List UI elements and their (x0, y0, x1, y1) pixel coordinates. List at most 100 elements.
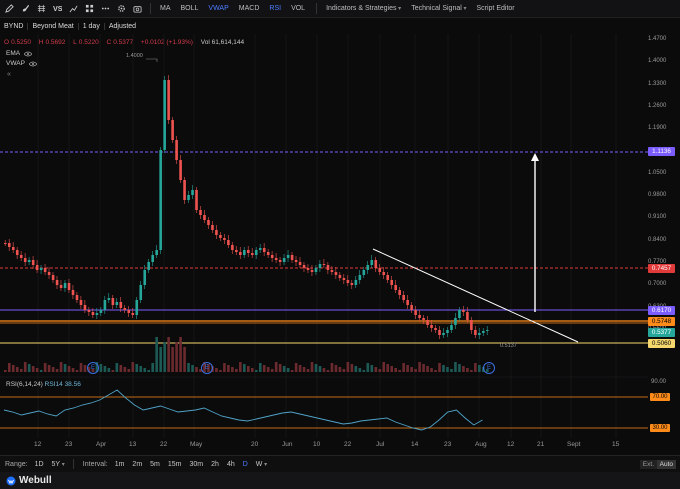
candle-body (131, 313, 135, 315)
candle-body (147, 262, 151, 270)
candle-body (119, 302, 123, 308)
candle-body (63, 283, 67, 288)
volume-bar (243, 364, 246, 372)
volume-bar (466, 368, 469, 372)
interval-2h[interactable]: 2h (207, 461, 223, 468)
earnings-marker[interactable]: E (87, 362, 99, 374)
candle-body (231, 245, 234, 250)
candle-body (211, 225, 214, 230)
volume-bar (474, 363, 477, 372)
range-1d[interactable]: 1D (31, 461, 48, 468)
volume-bar (7, 363, 11, 372)
candle-body (19, 255, 23, 258)
range-interval-bar: Range: 1D 5Y Interval: 1m 2m 5m 15m 30m … (0, 455, 680, 472)
candle-body (402, 295, 405, 300)
brand-name: Webull (19, 475, 52, 486)
interval-4h[interactable]: 4h (223, 461, 239, 468)
candle-body (151, 255, 154, 262)
date-axis-tick: May (190, 441, 203, 448)
volume-bar (418, 362, 421, 372)
date-axis-tick: 20 (251, 441, 259, 448)
price-chart[interactable] (0, 0, 680, 455)
candle-body (107, 298, 111, 300)
volume-bar (438, 363, 441, 372)
rsi-line (3, 389, 483, 431)
volume-bar (215, 368, 218, 372)
candle-body (358, 275, 362, 280)
volume-bar (195, 367, 198, 372)
volume-bar (79, 363, 83, 372)
candle-body (334, 272, 338, 275)
candle-body (486, 330, 489, 331)
candle-body (374, 260, 378, 268)
volume-bar (274, 362, 278, 372)
date-axis-tick: 10 (313, 441, 321, 448)
interval-30m[interactable]: 30m (186, 461, 208, 468)
volume-bar (183, 347, 186, 372)
auto-scale-toggle[interactable]: Auto (656, 460, 676, 469)
volume-bar (342, 369, 346, 372)
candle-body (454, 318, 457, 325)
candle-body (290, 255, 294, 260)
earnings-marker[interactable]: E (483, 362, 495, 374)
volume-bar (27, 364, 31, 372)
candle-body (243, 250, 246, 255)
footer: Webull (0, 472, 680, 489)
volume-bar (302, 367, 306, 372)
date-axis-tick: 23 (65, 441, 73, 448)
volume-bar (147, 370, 151, 372)
candle-body (87, 310, 91, 312)
date-axis-tick: Jul (376, 441, 385, 448)
candle-body (398, 290, 401, 295)
volume-bar (442, 365, 445, 372)
price-axis-tick: 1.2600 (648, 102, 667, 109)
volume-bar (4, 370, 7, 372)
volume-bar (31, 366, 35, 372)
candle-body (27, 260, 31, 262)
date-axis-tick: Jun (282, 441, 293, 448)
volume-bar (322, 368, 326, 372)
interval-1m[interactable]: 1m (111, 461, 129, 468)
volume-bar (15, 367, 19, 372)
volume-bar (478, 365, 481, 372)
earnings-marker[interactable]: E (201, 362, 213, 374)
volume-bar (330, 363, 334, 372)
candle-body (235, 250, 238, 252)
date-axis-tick: 12 (507, 441, 515, 448)
interval-5m[interactable]: 5m (146, 461, 164, 468)
volume-bar (127, 369, 131, 372)
volume-bar (458, 364, 461, 372)
range-5y[interactable]: 5Y (48, 461, 69, 468)
candle-body (11, 247, 15, 250)
volume-bar (223, 363, 226, 372)
candle-body (274, 258, 278, 260)
volume-bar (414, 369, 417, 372)
volume-bar (350, 364, 354, 372)
date-axis-tick: Apr (96, 441, 107, 448)
extended-hours-toggle[interactable]: Ext. (639, 460, 657, 469)
volume-bar (239, 362, 242, 372)
interval-2m[interactable]: 2m (128, 461, 146, 468)
volume-bar (270, 369, 274, 372)
interval-15m[interactable]: 15m (164, 461, 186, 468)
interval-w[interactable]: W (252, 461, 271, 468)
volume-bar (366, 363, 370, 372)
volume-bar (314, 364, 318, 372)
candle-body (306, 268, 310, 270)
volume-bar (410, 367, 413, 372)
date-axis-tick: Sept (567, 441, 581, 448)
volume-bar (227, 365, 230, 372)
candle-body (338, 275, 342, 278)
volume-bar (338, 367, 342, 372)
interval-d[interactable]: D (239, 461, 252, 468)
candle-body (167, 80, 170, 120)
volume-bar (151, 363, 154, 372)
candle-body (223, 238, 226, 240)
volume-bar (306, 369, 310, 372)
rsi-tag-70: 70.00 (650, 393, 670, 401)
volume-bar (450, 369, 453, 372)
volume-bar (390, 366, 394, 372)
volume-bar (19, 369, 23, 372)
rsi-legend: RSI(6,14,24) RSI14 38.56 (6, 381, 81, 388)
volume-bar (374, 367, 378, 372)
